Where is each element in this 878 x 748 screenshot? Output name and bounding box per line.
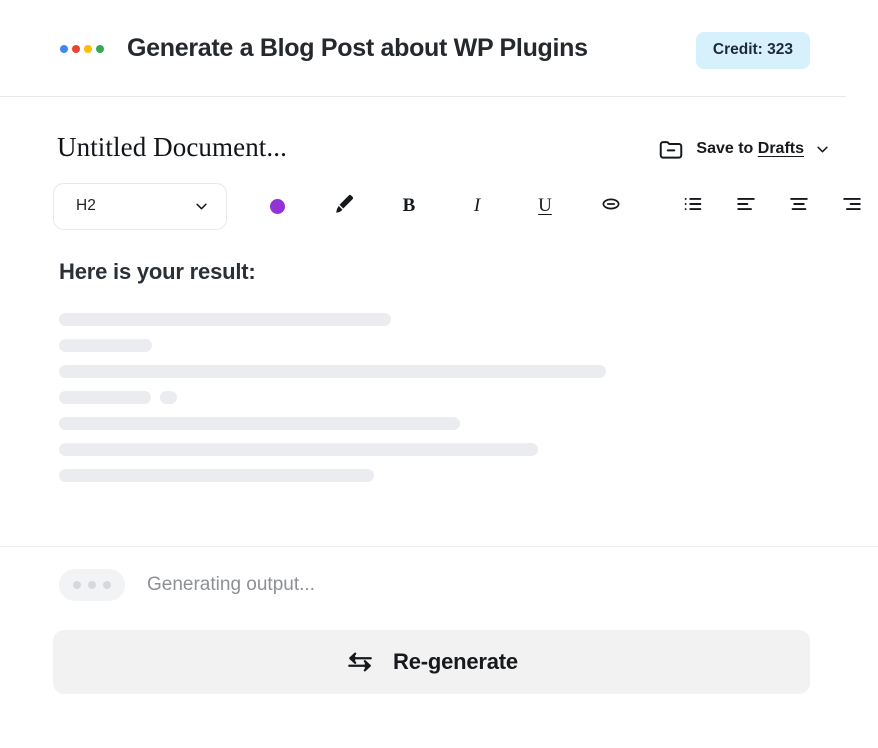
page-title: Generate a Blog Post about WP Plugins bbox=[127, 34, 588, 63]
bold-button[interactable]: B bbox=[383, 186, 435, 226]
bullet-list-icon bbox=[682, 193, 704, 219]
align-center-button[interactable] bbox=[773, 186, 825, 226]
save-prefix-text: Save to bbox=[696, 140, 757, 157]
folder-minus-icon bbox=[657, 135, 685, 163]
block-format-value: H2 bbox=[76, 197, 96, 215]
skeleton-bar bbox=[59, 365, 606, 378]
app-header: Generate a Blog Post about WP Plugins Cr… bbox=[0, 0, 878, 97]
chevron-down-icon[interactable] bbox=[815, 142, 830, 157]
logo-dot-red bbox=[72, 45, 80, 53]
highlighter-icon bbox=[331, 192, 355, 220]
credit-badge: Credit: 323 bbox=[696, 32, 810, 69]
loading-indicator bbox=[59, 569, 125, 601]
skeleton-bar bbox=[59, 417, 460, 430]
logo-dot-green bbox=[96, 45, 104, 53]
app-logo bbox=[60, 45, 104, 53]
highlighter-button[interactable] bbox=[317, 186, 369, 226]
text-color-swatch[interactable] bbox=[251, 186, 303, 226]
save-to-drafts-control[interactable]: Save to Drafts bbox=[657, 135, 830, 163]
loader-dot bbox=[73, 581, 81, 589]
loader-dot bbox=[103, 581, 111, 589]
formatting-tools: B I U bbox=[251, 186, 878, 226]
italic-icon: I bbox=[474, 195, 480, 217]
skeleton-bar bbox=[59, 391, 151, 404]
circle-icon bbox=[270, 199, 285, 214]
regenerate-button[interactable]: Re-generate bbox=[53, 630, 810, 694]
document-bar: Untitled Document... Save to Drafts bbox=[0, 97, 878, 175]
bullet-list-button[interactable] bbox=[667, 186, 719, 226]
bold-icon: B bbox=[403, 195, 416, 217]
save-to-drafts-label: Save to Drafts bbox=[696, 140, 804, 158]
align-center-icon bbox=[788, 193, 810, 219]
skeleton-row bbox=[59, 469, 878, 482]
generation-status: Generating output... bbox=[59, 569, 315, 601]
chevron-down-icon bbox=[194, 199, 209, 214]
save-target-text[interactable]: Drafts bbox=[758, 140, 804, 157]
skeleton-row bbox=[59, 339, 878, 352]
skeleton-row bbox=[59, 417, 878, 430]
result-heading: Here is your result: bbox=[59, 259, 878, 285]
skeleton-bar bbox=[59, 339, 152, 352]
align-right-button[interactable] bbox=[826, 186, 878, 226]
editor-toolbar: H2 B I U bbox=[0, 175, 878, 237]
status-text: Generating output... bbox=[147, 574, 315, 596]
italic-button[interactable]: I bbox=[451, 186, 503, 226]
skeleton-bar bbox=[59, 469, 374, 482]
document-title[interactable]: Untitled Document... bbox=[57, 132, 287, 163]
skeleton-placeholder bbox=[59, 313, 878, 482]
underline-button[interactable]: U bbox=[519, 186, 571, 226]
underline-icon: U bbox=[538, 195, 552, 217]
skeleton-bar bbox=[59, 443, 538, 456]
regenerate-label: Re-generate bbox=[393, 649, 518, 675]
skeleton-row bbox=[59, 365, 878, 378]
skeleton-row bbox=[59, 313, 878, 326]
footer-divider bbox=[0, 546, 878, 547]
logo-dot-yellow bbox=[84, 45, 92, 53]
link-icon bbox=[599, 192, 623, 220]
block-format-select[interactable]: H2 bbox=[53, 183, 227, 230]
skeleton-row bbox=[59, 391, 878, 404]
link-button[interactable] bbox=[585, 186, 637, 226]
skeleton-bar bbox=[160, 391, 177, 404]
align-left-button[interactable] bbox=[720, 186, 772, 226]
align-right-icon bbox=[841, 193, 863, 219]
arrows-swap-icon bbox=[345, 649, 375, 675]
align-left-icon bbox=[735, 193, 757, 219]
loader-dot bbox=[88, 581, 96, 589]
result-area: Here is your result: bbox=[0, 259, 878, 482]
skeleton-bar bbox=[59, 313, 391, 326]
skeleton-row bbox=[59, 443, 878, 456]
logo-dot-blue bbox=[60, 45, 68, 53]
